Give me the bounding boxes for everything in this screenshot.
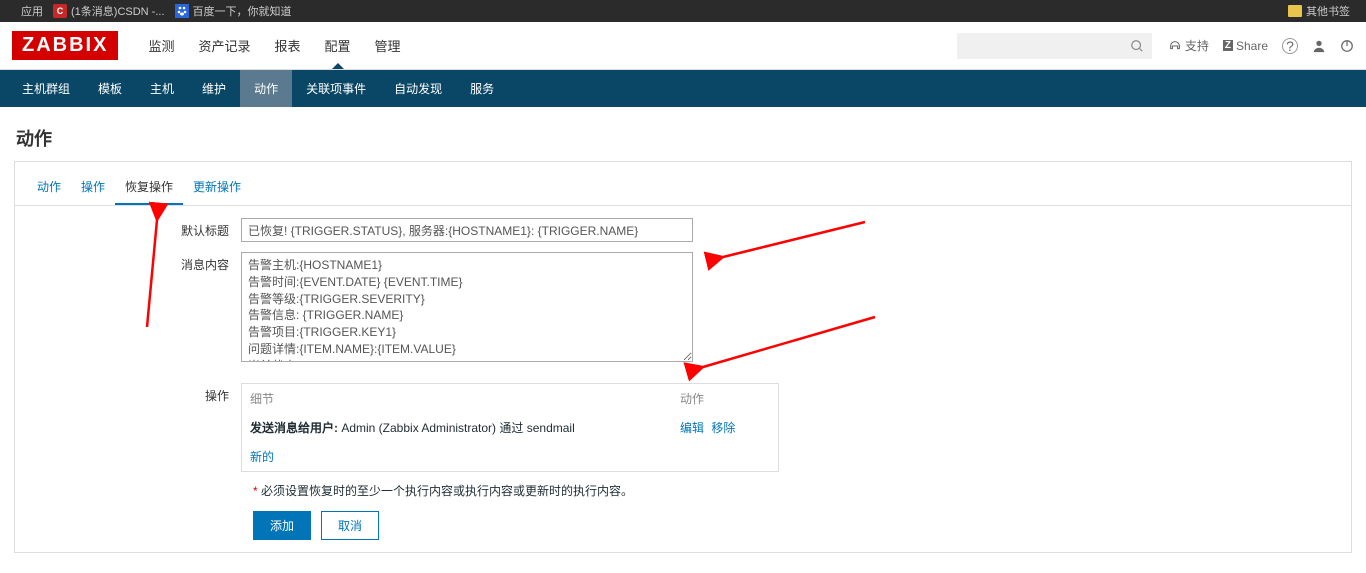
ops-row-rest: Admin (Zabbix Administrator) 通过 sendmail bbox=[338, 421, 575, 435]
csdn-icon: C bbox=[53, 4, 67, 18]
bookmark-csdn[interactable]: C (1条消息)CSDN -... bbox=[53, 3, 165, 19]
subnav-discovery[interactable]: 自动发现 bbox=[380, 70, 456, 107]
tab-operations[interactable]: 操作 bbox=[71, 172, 115, 205]
folder-icon bbox=[1288, 5, 1302, 17]
z-icon: Z bbox=[1223, 40, 1233, 51]
nav-administration[interactable]: 管理 bbox=[363, 28, 413, 63]
row-default-subject: 默认标题 bbox=[31, 218, 1335, 242]
tabs: 动作 操作 恢复操作 更新操作 bbox=[15, 162, 1351, 206]
main-nav: 监测 资产记录 报表 配置 管理 bbox=[136, 28, 412, 63]
label-operations: 操作 bbox=[31, 383, 241, 404]
form: 默认标题 消息内容 操作 细节 动作 发 bbox=[15, 206, 1351, 552]
subnav-maintenance[interactable]: 维护 bbox=[188, 70, 240, 107]
ops-edit-link[interactable]: 编辑 bbox=[680, 421, 704, 435]
tab-update-operations[interactable]: 更新操作 bbox=[183, 172, 251, 205]
nav-configuration[interactable]: 配置 bbox=[313, 28, 363, 63]
ops-row-bold: 发送消息给用户: bbox=[250, 421, 338, 435]
user-icon bbox=[1312, 39, 1326, 53]
baidu-icon bbox=[175, 4, 189, 18]
other-bookmarks[interactable]: 其他书签 bbox=[1288, 3, 1350, 19]
textarea-message-content[interactable] bbox=[241, 252, 693, 362]
search-input[interactable] bbox=[965, 39, 1130, 53]
subnav-services[interactable]: 服务 bbox=[456, 70, 508, 107]
row-operations: 操作 细节 动作 发送消息给用户: Admin (Zabbix Administ… bbox=[31, 383, 1335, 472]
question-icon: ? bbox=[1282, 38, 1298, 54]
subnav-templates[interactable]: 模板 bbox=[84, 70, 136, 107]
content-panel: 动作 操作 恢复操作 更新操作 默认标题 消息内容 操作 细节 动作 bbox=[14, 161, 1352, 553]
page-title: 动作 bbox=[0, 107, 1366, 161]
input-default-subject[interactable] bbox=[241, 218, 693, 242]
share-link[interactable]: Z Share bbox=[1223, 39, 1268, 53]
apps-shortcut[interactable]: 应用 bbox=[6, 3, 43, 19]
asterisk-icon: * bbox=[253, 484, 258, 498]
top-header: ZABBIX 监测 资产记录 报表 配置 管理 支持 Z Share ? bbox=[0, 22, 1366, 70]
cancel-button[interactable]: 取消 bbox=[321, 511, 379, 540]
logout-link[interactable] bbox=[1340, 39, 1354, 53]
browser-bookmarks-bar: 应用 C (1条消息)CSDN -... 百度一下，你就知道 其他书签 bbox=[0, 0, 1366, 22]
subnav-actions[interactable]: 动作 bbox=[240, 70, 292, 107]
search-icon[interactable] bbox=[1130, 39, 1144, 53]
operations-table: 细节 动作 发送消息给用户: Admin (Zabbix Administrat… bbox=[241, 383, 779, 472]
bookmark-baidu[interactable]: 百度一下，你就知道 bbox=[175, 3, 292, 19]
search-box[interactable] bbox=[957, 33, 1152, 59]
subnav-hosts[interactable]: 主机 bbox=[136, 70, 188, 107]
tab-action[interactable]: 动作 bbox=[27, 172, 71, 205]
operations-table-header: 细节 动作 bbox=[242, 384, 778, 413]
required-note: * 必须设置恢复时的至少一个执行内容或执行内容或更新时的执行内容。 bbox=[253, 482, 1335, 499]
button-group: 添加 取消 bbox=[253, 511, 1335, 540]
nav-reports[interactable]: 报表 bbox=[262, 28, 312, 63]
label-default-subject: 默认标题 bbox=[31, 218, 241, 239]
user-link[interactable] bbox=[1312, 39, 1326, 53]
ops-header-detail: 细节 bbox=[250, 390, 680, 407]
help-link[interactable]: ? bbox=[1282, 38, 1298, 54]
operations-table-footer: 新的 bbox=[242, 442, 778, 471]
operations-table-row: 发送消息给用户: Admin (Zabbix Administrator) 通过… bbox=[242, 413, 778, 442]
label-message-content: 消息内容 bbox=[31, 252, 241, 273]
power-icon bbox=[1340, 39, 1354, 53]
headset-icon bbox=[1168, 39, 1182, 53]
apps-label: 应用 bbox=[21, 3, 43, 19]
subnav-correlation[interactable]: 关联项事件 bbox=[292, 70, 380, 107]
row-message-content: 消息内容 bbox=[31, 252, 1335, 365]
subnav-hostgroups[interactable]: 主机群组 bbox=[8, 70, 84, 107]
nav-inventory[interactable]: 资产记录 bbox=[186, 28, 262, 63]
logo[interactable]: ZABBIX bbox=[12, 31, 118, 60]
ops-remove-link[interactable]: 移除 bbox=[711, 421, 735, 435]
top-actions: 支持 Z Share ? bbox=[1168, 37, 1354, 54]
ops-new-link[interactable]: 新的 bbox=[250, 450, 274, 464]
tab-recovery-operations[interactable]: 恢复操作 bbox=[115, 172, 183, 205]
support-link[interactable]: 支持 bbox=[1168, 37, 1209, 54]
add-button[interactable]: 添加 bbox=[253, 511, 311, 540]
ops-header-action: 动作 bbox=[680, 390, 770, 407]
sub-nav: 主机群组 模板 主机 维护 动作 关联项事件 自动发现 服务 bbox=[0, 70, 1366, 107]
nav-monitoring[interactable]: 监测 bbox=[136, 28, 186, 63]
